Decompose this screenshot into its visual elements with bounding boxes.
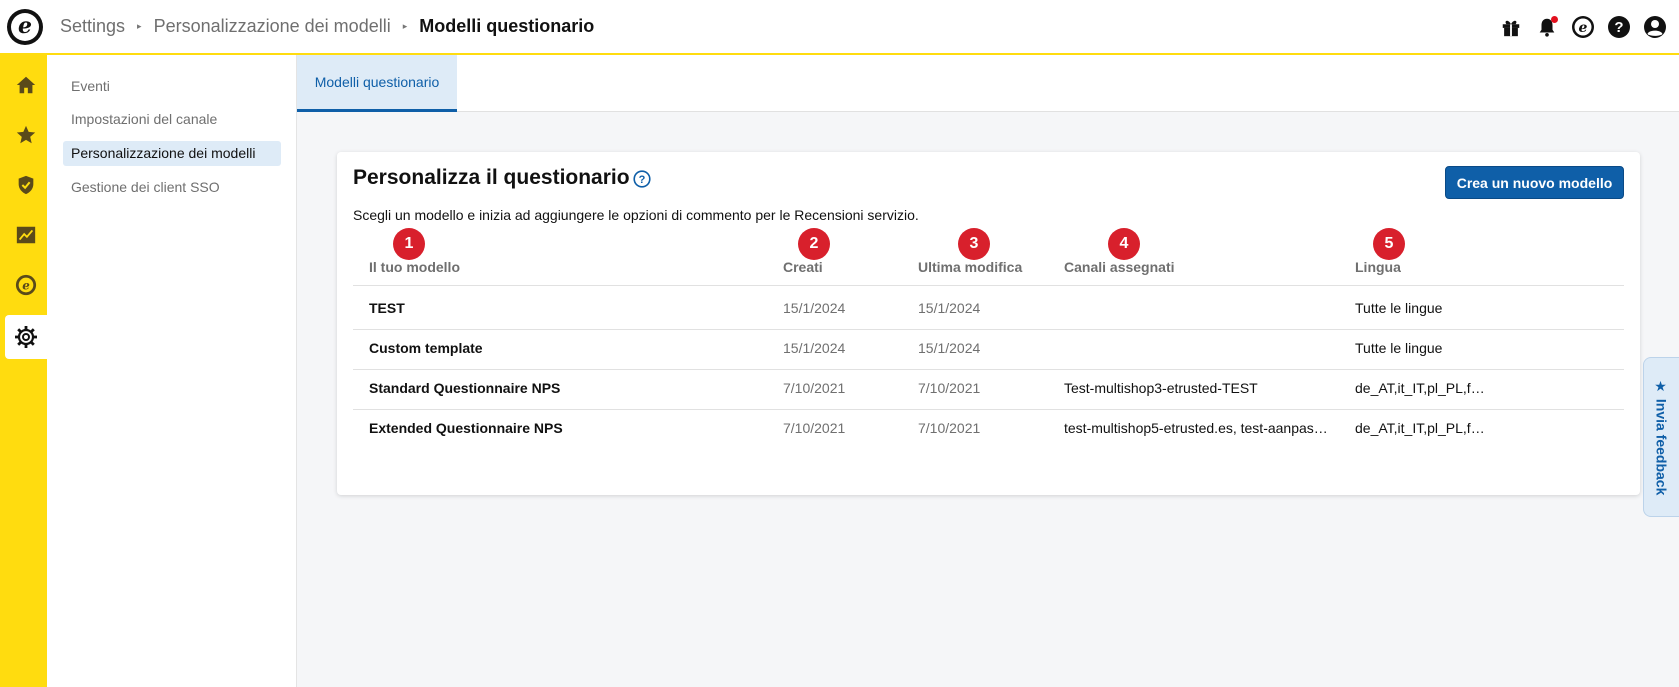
column-header-language[interactable]: Lingua xyxy=(1355,259,1485,275)
annotation-badge: 1 xyxy=(393,228,425,260)
column-header-modified[interactable]: Ultima modifica xyxy=(918,259,1058,275)
annotation-badge: 4 xyxy=(1108,228,1140,260)
table-row[interactable]: Standard Questionnaire NPS 7/10/2021 7/1… xyxy=(353,367,1624,410)
table-row[interactable]: Custom template 15/1/2024 15/1/2024 Tutt… xyxy=(353,327,1624,370)
etrusted-logo[interactable]: e xyxy=(7,9,43,45)
table-header: Il tuo modello Creati Ultima modifica Ca… xyxy=(353,259,1624,286)
star-icon[interactable] xyxy=(5,113,47,157)
subnav-item-channel-settings[interactable]: Impostazioni del canale xyxy=(63,107,281,132)
created-date: 15/1/2024 xyxy=(783,340,846,356)
svg-text:e: e xyxy=(1579,20,1588,36)
created-date: 7/10/2021 xyxy=(783,420,846,436)
column-header-template[interactable]: Il tuo modello xyxy=(369,259,759,275)
template-name[interactable]: TEST xyxy=(369,287,759,329)
modified-date: 15/1/2024 xyxy=(918,300,981,316)
annotation-badge: 3 xyxy=(958,228,990,260)
language: Tutte le lingue xyxy=(1355,300,1443,316)
annotation-badge: 5 xyxy=(1373,228,1405,260)
breadcrumb-settings[interactable]: Settings xyxy=(60,16,125,37)
etrusted-icon[interactable]: e xyxy=(5,263,47,307)
account-icon[interactable] xyxy=(1637,9,1673,45)
header-icon-group: e ? xyxy=(1493,0,1679,53)
column-header-created[interactable]: Creati xyxy=(783,259,903,275)
help-icon[interactable]: ? xyxy=(1601,9,1637,45)
created-date: 7/10/2021 xyxy=(783,380,846,396)
modified-date: 7/10/2021 xyxy=(918,380,981,396)
assigned-channels: test-multishop5-etrusted.es, test-aanpas… xyxy=(1064,420,1328,436)
breadcrumb: Settings ▸ Personalizzazione dei modelli… xyxy=(60,0,594,53)
column-header-channels[interactable]: Canali assegnati xyxy=(1064,259,1329,275)
table-row[interactable]: Extended Questionnaire NPS 7/10/2021 7/1… xyxy=(353,407,1624,450)
etrusted-icon[interactable]: e xyxy=(1565,9,1601,45)
feedback-button[interactable]: ★ Invia feedback xyxy=(1643,357,1679,517)
page-title: Modelli questionario xyxy=(419,16,595,36)
template-name[interactable]: Extended Questionnaire NPS xyxy=(369,407,759,449)
feedback-label: ★ Invia feedback xyxy=(1653,378,1670,496)
shield-icon[interactable] xyxy=(5,163,47,207)
annotation-badge: 2 xyxy=(798,228,830,260)
svg-text:?: ? xyxy=(1614,19,1623,36)
tab-questionnaire-templates[interactable]: Modelli questionario xyxy=(297,55,457,112)
table-row[interactable]: TEST 15/1/2024 15/1/2024 Tutte le lingue xyxy=(353,287,1624,330)
logo-letter: e xyxy=(11,13,39,41)
language: de_AT,it_IT,pl_PL,f… xyxy=(1355,420,1485,436)
breadcrumb-template-customization[interactable]: Personalizzazione dei modelli xyxy=(154,16,391,37)
icon-rail: e xyxy=(0,55,47,687)
tab-bar: Modelli questionario xyxy=(297,55,1679,112)
chart-icon[interactable] xyxy=(5,213,47,257)
svg-text:?: ? xyxy=(639,174,646,186)
home-icon[interactable] xyxy=(5,63,47,107)
card-title: Personalizza il questionario xyxy=(353,166,630,189)
gear-icon[interactable] xyxy=(5,315,47,359)
gift-icon[interactable] xyxy=(1493,9,1529,45)
assigned-channels xyxy=(1064,327,1329,369)
top-header: e Settings ▸ Personalizzazione dei model… xyxy=(0,0,1679,55)
help-circle-icon[interactable]: ? xyxy=(633,170,651,188)
questionnaire-card: Personalizza il questionario ? Scegli un… xyxy=(337,152,1640,495)
created-date: 15/1/2024 xyxy=(783,300,846,316)
modified-date: 7/10/2021 xyxy=(918,420,981,436)
create-template-button[interactable]: Crea un nuovo modello xyxy=(1445,166,1624,199)
template-name[interactable]: Standard Questionnaire NPS xyxy=(369,367,759,409)
subnav-item-eventi[interactable]: Eventi xyxy=(63,74,281,99)
assigned-channels: Test-multishop3-etrusted-TEST xyxy=(1064,380,1258,396)
modified-date: 15/1/2024 xyxy=(918,340,981,356)
svg-text:e: e xyxy=(22,279,30,293)
card-description: Scegli un modello e inizia ad aggiungere… xyxy=(353,207,919,223)
subnav-item-template-customization[interactable]: Personalizzazione dei modelli xyxy=(63,141,281,166)
notification-dot xyxy=(1551,15,1558,23)
language: de_AT,it_IT,pl_PL,f… xyxy=(1355,380,1485,396)
breadcrumb-separator-icon: ▸ xyxy=(137,21,142,31)
template-name[interactable]: Custom template xyxy=(369,327,759,369)
subnav-item-sso-clients[interactable]: Gestione dei client SSO xyxy=(63,175,281,200)
assigned-channels xyxy=(1064,287,1329,329)
settings-subnav: Eventi Impostazioni del canale Personali… xyxy=(47,55,297,687)
main-content: Modelli questionario Personalizza il que… xyxy=(297,55,1679,687)
breadcrumb-separator-icon: ▸ xyxy=(402,21,408,31)
language: Tutte le lingue xyxy=(1355,340,1443,356)
bell-icon[interactable] xyxy=(1529,9,1565,45)
